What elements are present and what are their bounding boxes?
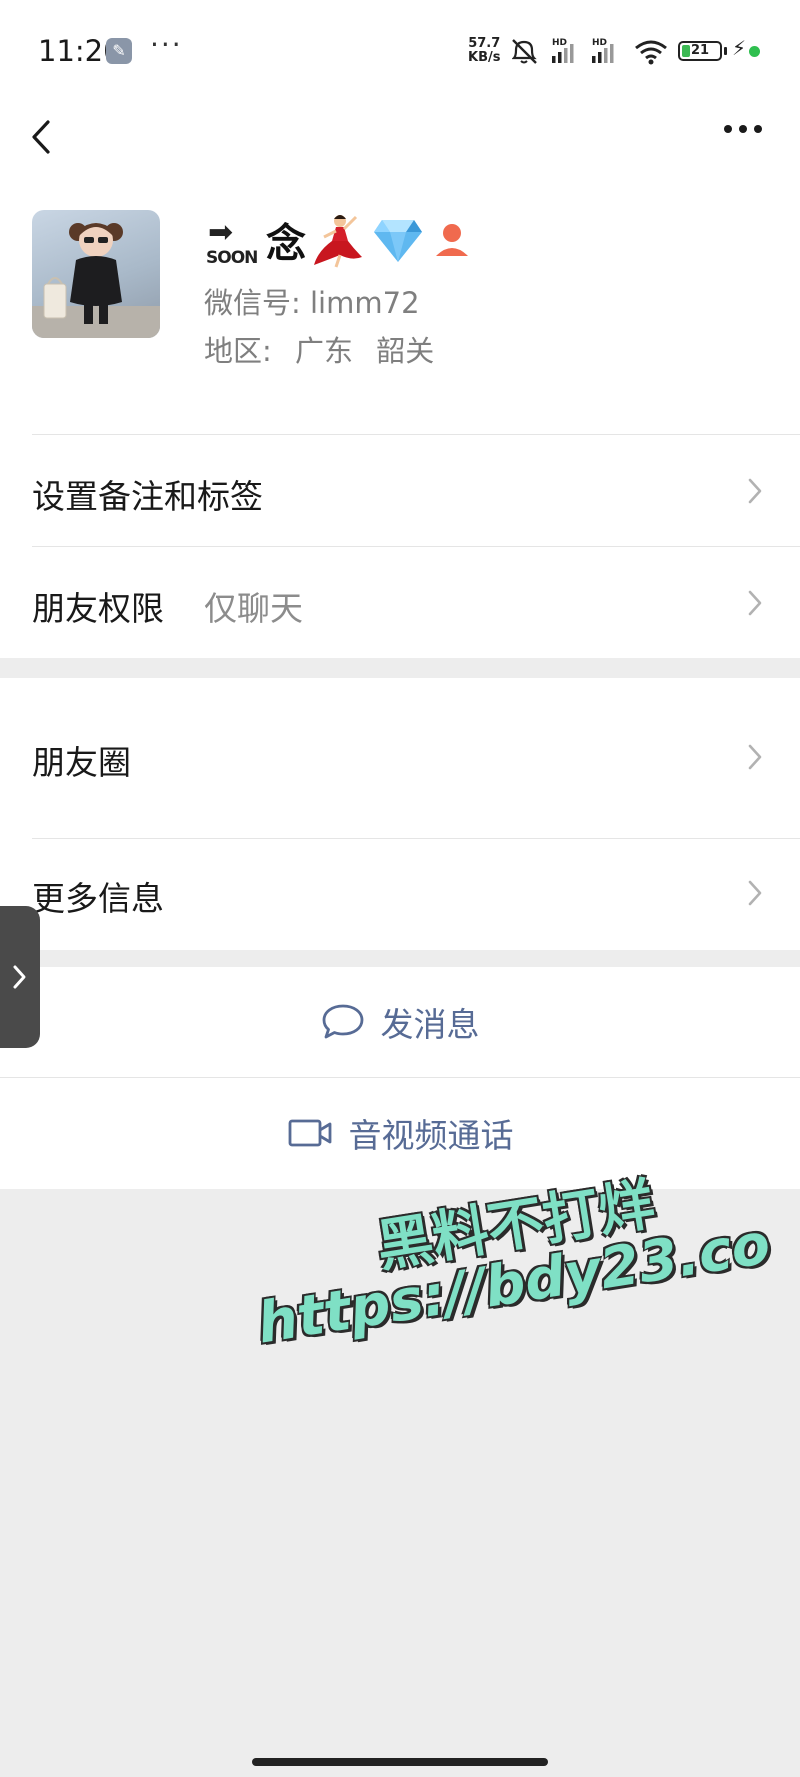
status-icons: HD HD	[512, 38, 667, 65]
home-indicator[interactable]	[252, 1758, 548, 1766]
svg-text:HD: HD	[592, 38, 607, 48]
cell-friend-permission[interactable]: 朋友权限 仅聊天	[0, 546, 800, 658]
chevron-right-icon	[748, 478, 762, 504]
status-more-dots: ···	[150, 28, 183, 61]
divider	[32, 546, 800, 547]
battery-level: 21	[690, 43, 710, 58]
region-label: 地区:	[204, 334, 272, 368]
net-speed-unit: KB/s	[468, 50, 501, 65]
profile-header: ➡ SOON 念 微信号: limm72 地区: 广东 韶关	[0, 200, 800, 434]
battery-icon: 21	[678, 41, 722, 61]
cell-friend-permission-value: 仅聊天	[204, 589, 303, 628]
divider	[32, 838, 800, 839]
battery-tip	[724, 47, 727, 55]
region-city: 韶关	[376, 334, 435, 368]
cell-moments[interactable]: 朋友圈	[0, 678, 800, 838]
profile-name-row: ➡ SOON 念	[204, 208, 470, 272]
send-message-button[interactable]: 发消息	[0, 967, 800, 1077]
wrench-icon: ✎	[106, 38, 132, 64]
nav-bar	[0, 100, 800, 200]
avatar[interactable]	[32, 210, 160, 338]
send-message-label: 发消息	[380, 1005, 480, 1044]
region-province: 广东	[295, 334, 354, 368]
cell-friend-permission-label: 朋友权限	[32, 589, 164, 628]
av-call-label: 音视频通话	[348, 1116, 514, 1155]
net-speed: 57.7 KB/s	[468, 37, 500, 65]
wifi-icon	[635, 40, 667, 65]
cell-more-info[interactable]: 更多信息	[0, 838, 800, 950]
chevron-left-icon[interactable]	[20, 108, 70, 168]
wechat-id: 微信号: limm72	[204, 280, 420, 322]
wechat-id-value: limm72	[310, 286, 420, 320]
cell-remark-tags-label: 设置备注和标签	[32, 477, 263, 516]
avatar-figure	[32, 223, 160, 338]
wechat-id-label: 微信号:	[204, 286, 301, 320]
signal-icon: HD	[552, 38, 574, 63]
chevron-right-icon	[748, 880, 762, 906]
net-speed-value: 57.7	[468, 36, 501, 51]
charging-icon: ⚡	[732, 36, 747, 60]
status-bar: 11:20 ✎ ··· 57.7 KB/s HD HD 21 ⚡	[0, 0, 800, 100]
region: 地区: 广东 韶关	[204, 328, 434, 370]
video-camera-icon	[288, 1119, 331, 1147]
cell-moments-label: 朋友圈	[32, 743, 131, 782]
mute-icon	[512, 39, 537, 64]
profile-name: 念	[266, 221, 306, 267]
dancer-icon	[314, 215, 362, 268]
contact-profile-screen: 11:20 ✎ ··· 57.7 KB/s HD HD 21 ⚡ ➡ SOON …	[0, 0, 800, 1777]
cell-remark-tags[interactable]: 设置备注和标签	[0, 434, 800, 546]
chevron-right-icon	[13, 965, 26, 989]
send-message-content: 发消息	[0, 967, 800, 1077]
cell-more-info-label: 更多信息	[32, 879, 164, 918]
more-horizontal-icon[interactable]	[718, 114, 768, 164]
soon-arrow: ➡	[208, 215, 234, 250]
signal-icon: HD	[592, 38, 614, 63]
divider	[32, 434, 800, 435]
chevron-right-icon	[748, 744, 762, 770]
soon-arrow-icon: ➡ SOON	[204, 210, 260, 270]
person-icon	[436, 224, 468, 256]
svg-text:HD: HD	[552, 38, 567, 48]
chat-bubble-icon	[322, 1004, 363, 1039]
soon-text: SOON	[206, 248, 258, 268]
chevron-right-icon	[748, 590, 762, 616]
gem-icon	[374, 220, 422, 262]
dot-icon	[749, 46, 760, 57]
side-drawer-handle[interactable]	[0, 906, 40, 1048]
